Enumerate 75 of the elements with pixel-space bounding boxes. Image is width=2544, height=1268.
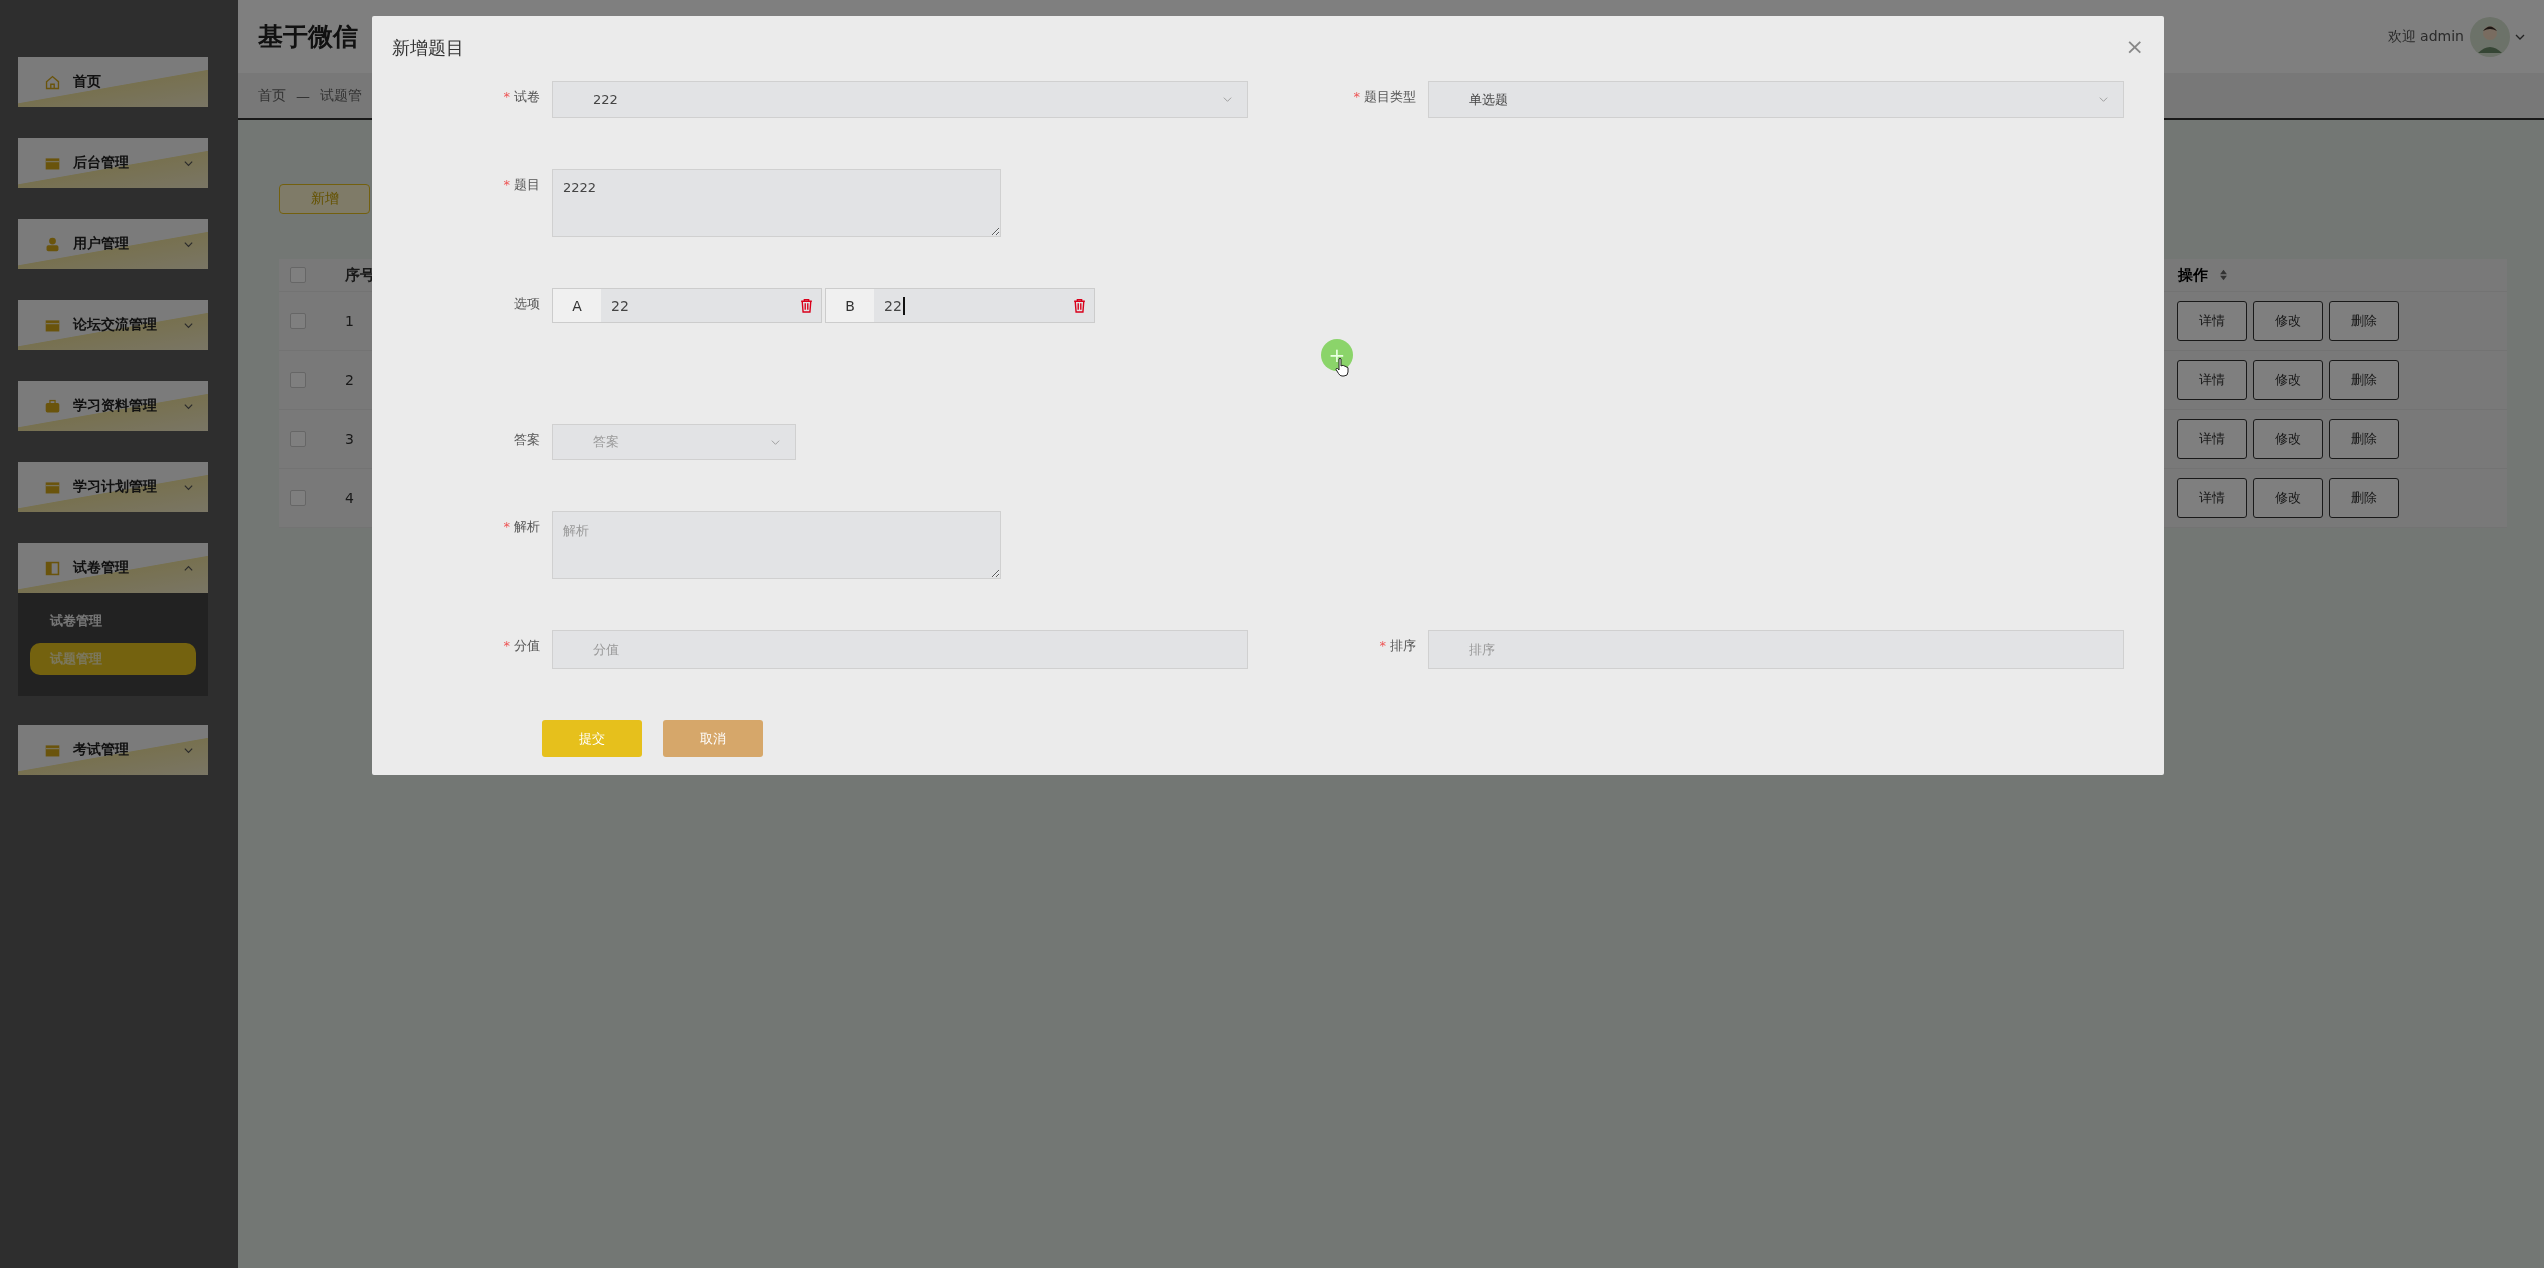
- sidebar-item[interactable]: 首页: [18, 57, 208, 107]
- avatar-icon[interactable]: [2470, 16, 2510, 57]
- breadcrumb-link[interactable]: 试题管: [320, 86, 362, 105]
- input-field[interactable]: 分值: [552, 630, 1248, 669]
- sidebar-item[interactable]: 学习计划管理: [18, 462, 208, 512]
- sidebar-label: 用户管理: [73, 235, 130, 253]
- layout-icon: [44, 559, 61, 577]
- column-header[interactable]: 操作: [2178, 265, 2208, 285]
- sidebar-item[interactable]: 用户管理: [18, 219, 208, 269]
- action-button[interactable]: 详情: [2177, 360, 2247, 400]
- breadcrumb-link[interactable]: 首页: [258, 86, 286, 105]
- breadcrumb-separator: —: [296, 87, 310, 104]
- action-button[interactable]: 详情: [2177, 478, 2247, 518]
- submenu-item[interactable]: 试卷管理: [30, 605, 196, 637]
- sidebar-label: 首页: [73, 73, 102, 91]
- sidebar-item[interactable]: 学习资料管理: [18, 381, 208, 431]
- dialog-title: 新增题目: [392, 36, 464, 60]
- input-field[interactable]: 排序: [1428, 630, 2124, 669]
- field-label: 答案: [514, 431, 540, 449]
- table-cell: 2: [345, 372, 354, 388]
- select-field[interactable]: 单选题: [1428, 81, 2124, 118]
- field-label: 试卷: [514, 88, 540, 106]
- action-button[interactable]: 修改: [2253, 301, 2323, 341]
- text-area[interactable]: 2222: [552, 169, 1001, 237]
- sidebar-label: 论坛交流管理: [73, 316, 158, 334]
- action-button[interactable]: 详情: [2177, 301, 2247, 341]
- sidebar-item[interactable]: 试卷管理: [18, 543, 208, 593]
- sidebar-label: 学习资料管理: [73, 397, 158, 415]
- sidebar-label: 试卷管理: [73, 559, 130, 577]
- required-mark: *: [503, 177, 510, 192]
- sort-icon[interactable]: [2219, 269, 2228, 281]
- action-button[interactable]: 删除: [2329, 419, 2399, 459]
- select-field[interactable]: 222: [552, 81, 1248, 118]
- user-icon: [44, 235, 61, 253]
- text-area[interactable]: 解析: [552, 511, 1001, 579]
- action-button[interactable]: 删除: [2329, 301, 2399, 341]
- select-field[interactable]: 答案: [552, 424, 796, 460]
- briefcase-icon: [44, 397, 61, 415]
- checkbox[interactable]: [290, 431, 306, 447]
- sidebar-item[interactable]: 考试管理: [18, 725, 208, 775]
- field-label: 解析: [514, 518, 540, 536]
- sidebar-item[interactable]: 后台管理: [18, 138, 208, 188]
- required-mark: *: [503, 519, 510, 534]
- home-icon: [44, 73, 61, 91]
- required-mark: *: [503, 638, 510, 653]
- checkbox[interactable]: [290, 490, 306, 506]
- table-cell: 3: [345, 431, 354, 447]
- greeting-text: 欢迎 admin: [2387, 27, 2464, 46]
- action-button[interactable]: 详情: [2177, 419, 2247, 459]
- required-mark: *: [1379, 638, 1386, 653]
- checkbox[interactable]: [290, 372, 306, 388]
- field-label: 选项: [514, 295, 540, 313]
- action-button[interactable]: 删除: [2329, 478, 2399, 518]
- table-cell: 1: [345, 313, 354, 329]
- checkbox[interactable]: [290, 267, 306, 283]
- sidebar-item[interactable]: 论坛交流管理: [18, 300, 208, 350]
- sidebar-label: 后台管理: [73, 154, 130, 172]
- field-label: 排序: [1390, 637, 1416, 655]
- action-button[interactable]: 修改: [2253, 478, 2323, 518]
- field-label: 题目类型: [1364, 88, 1416, 106]
- checkbox[interactable]: [290, 313, 306, 329]
- action-button[interactable]: 修改: [2253, 360, 2323, 400]
- required-mark: *: [503, 89, 510, 104]
- field-label: 分值: [514, 637, 540, 655]
- chevron-icon: [1222, 94, 1233, 105]
- action-button[interactable]: 修改: [2253, 419, 2323, 459]
- required-mark: *: [1353, 89, 1360, 104]
- sidebar-label: 学习计划管理: [73, 478, 158, 496]
- chevron-icon: [2098, 94, 2109, 105]
- table-cell: 4: [345, 490, 354, 506]
- sidebar-label: 考试管理: [73, 741, 130, 759]
- action-button[interactable]: 删除: [2329, 360, 2399, 400]
- field-label: 题目: [514, 176, 540, 194]
- close-button[interactable]: ×: [2125, 36, 2144, 58]
- site-title: 基于微信: [258, 21, 358, 53]
